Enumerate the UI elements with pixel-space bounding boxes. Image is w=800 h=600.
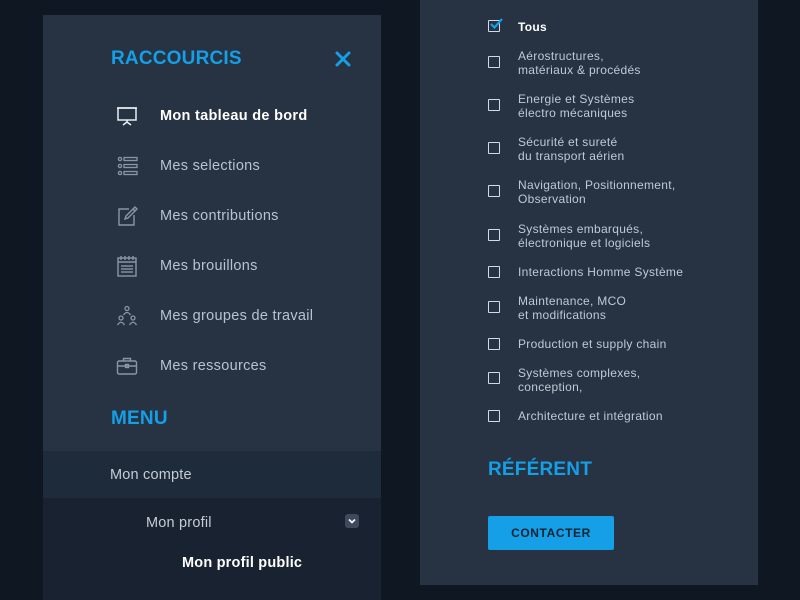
shortcut-selections[interactable]: Mes selections [112, 151, 372, 181]
menu-item-profile[interactable]: Mon profil [146, 515, 212, 531]
checkbox[interactable] [488, 301, 500, 313]
notepad-icon [112, 251, 142, 281]
filter-label: Energie et Systèmes électro mécaniques [518, 92, 635, 120]
shortcut-label: Mes groupes de travail [160, 308, 314, 324]
checkbox[interactable] [488, 56, 500, 68]
filter-panel [420, 0, 758, 585]
close-icon [335, 51, 351, 67]
filter-label: Interactions Homme Système [518, 265, 684, 279]
filter-label: Navigation, Positionnement, Observation [518, 178, 676, 206]
filter-label: Maintenance, MCO et modifications [518, 294, 627, 322]
shortcut-contributions[interactable]: Mes contributions [112, 201, 372, 231]
menu-item-account[interactable]: Mon compte [43, 451, 381, 498]
checkbox[interactable] [488, 185, 500, 197]
shortcut-label: Mes brouillons [160, 258, 258, 274]
shortcut-label: Mon tableau de bord [160, 108, 308, 124]
checkbox[interactable] [488, 372, 500, 384]
briefcase-icon [112, 351, 142, 381]
shortcut-label: Mes ressources [160, 358, 267, 374]
shortcut-drafts[interactable]: Mes brouillons [112, 251, 372, 281]
checkbox[interactable] [488, 99, 500, 111]
checkbox[interactable] [488, 410, 500, 422]
group-icon [112, 301, 142, 331]
filter-label: Tous [518, 20, 547, 34]
checkbox[interactable] [488, 229, 500, 241]
shortcut-workgroups[interactable]: Mes groupes de travail [112, 301, 372, 331]
shortcuts-title: RACCOURCIS [111, 48, 242, 69]
filter-label: Sécurité et sureté du transport aérien [518, 135, 625, 163]
checkbox[interactable] [488, 338, 500, 350]
close-button[interactable] [332, 48, 354, 70]
menu-item-public-profile[interactable]: Mon profil public [182, 555, 302, 571]
profile-toggle-button[interactable] [345, 514, 359, 528]
list-icon [112, 151, 142, 181]
filter-label: Production et supply chain [518, 337, 667, 351]
referent-title: RÉFÉRENT [488, 459, 592, 480]
presentation-board-icon [112, 101, 142, 131]
filter-label: Systèmes embarqués, électronique et logi… [518, 222, 651, 250]
menu-title: MENU [111, 408, 168, 429]
shortcut-label: Mes contributions [160, 208, 279, 224]
shortcut-label: Mes selections [160, 158, 261, 174]
checkmark-icon [490, 18, 503, 30]
submenu [43, 498, 381, 600]
shortcut-resources[interactable]: Mes ressources [112, 351, 372, 381]
shortcut-dashboard[interactable]: Mon tableau de bord [112, 101, 372, 131]
chevron-down-icon [348, 518, 356, 524]
filter-label: Architecture et intégration [518, 409, 663, 423]
menu-item-label: Mon compte [110, 467, 192, 483]
contact-button[interactable]: CONTACTER [488, 516, 614, 550]
filter-label: Aérostructures, matériaux & procédés [518, 49, 641, 77]
checkbox[interactable] [488, 142, 500, 154]
edit-icon [112, 201, 142, 231]
checkbox[interactable] [488, 266, 500, 278]
filter-label: Systèmes complexes, conception, [518, 366, 641, 394]
